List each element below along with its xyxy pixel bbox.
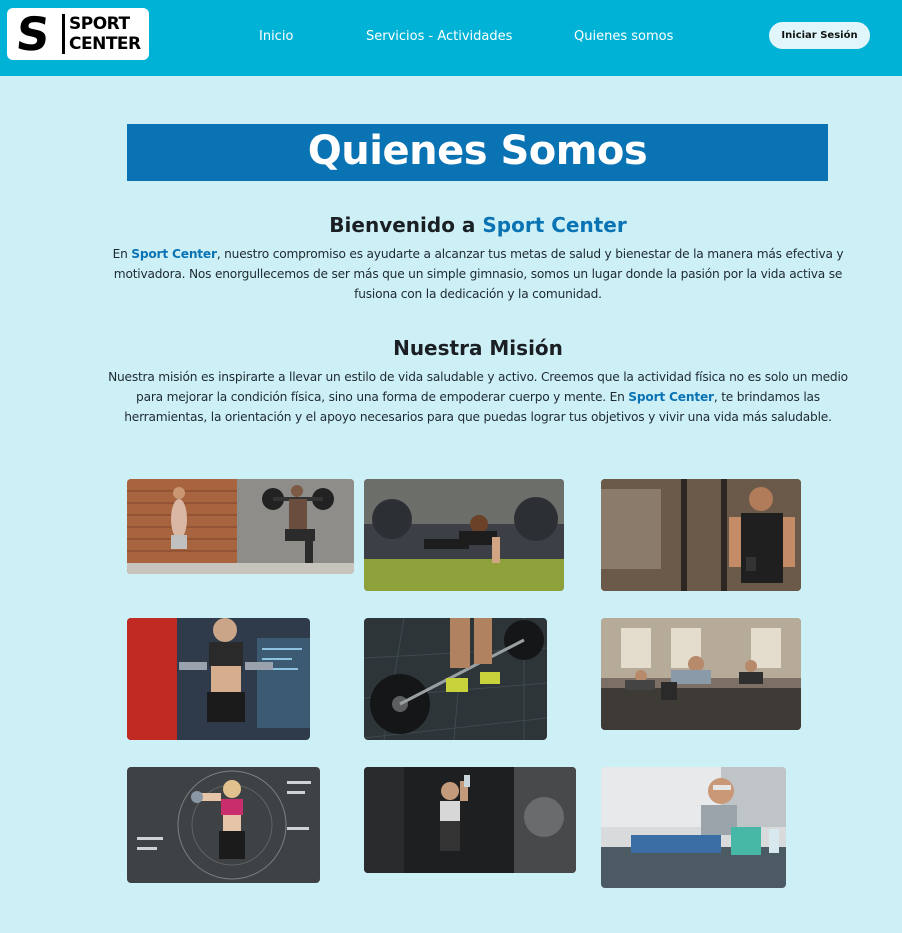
welcome-heading: Bienvenido a Sport Center — [100, 212, 856, 238]
top-navbar: S SPORT CENTER Inicio Servicios - Activi… — [0, 0, 902, 76]
sport-center-logo[interactable]: S SPORT CENTER — [7, 7, 149, 61]
welcome-heading-prefix: Bienvenido a — [329, 213, 483, 237]
mission-paragraph: Nuestra misión es inspirarte a llevar un… — [108, 367, 848, 427]
photo-woman-drinking-dark-gym — [364, 767, 576, 873]
welcome-text-rest: , nuestro compromiso es ayudarte a alcan… — [113, 247, 844, 301]
photo-woman-dumbbells-interface — [127, 618, 310, 740]
photo-barbell-deadlift-floor — [364, 618, 547, 740]
photo-man-phone-gym — [601, 479, 801, 591]
nav-link-inicio[interactable]: Inicio — [259, 27, 293, 47]
mission-text-brand: Sport Center — [628, 390, 714, 404]
logo-line-1: SPORT — [69, 14, 130, 34]
photo-woman-plank-gym — [364, 479, 564, 591]
photo-woman-stretching-floor — [601, 767, 786, 888]
welcome-heading-brand: Sport Center — [482, 213, 627, 237]
nav-link-servicios[interactable]: Servicios - Actividades — [366, 27, 512, 47]
welcome-paragraph: En Sport Center, nuestro compromiso es a… — [108, 244, 848, 304]
photo-brick-wall-lunge-barbell — [127, 479, 354, 574]
photo-group-pushups-class — [601, 618, 801, 730]
welcome-text-brand: Sport Center — [131, 247, 217, 261]
logo-line-2: CENTER — [69, 34, 141, 54]
logo-letter: S — [13, 7, 53, 61]
photo-woman-curl-dumbbell-hud — [127, 767, 320, 883]
login-button[interactable]: Iniciar Sesión — [769, 22, 870, 49]
page-title-banner: Quienes Somos — [127, 124, 828, 181]
welcome-text-prefix: En — [112, 247, 132, 261]
mission-heading: Nuestra Misión — [393, 336, 563, 360]
logo-divider — [62, 14, 65, 54]
page-title: Quienes Somos — [307, 128, 648, 174]
nav-link-quienes-somos[interactable]: Quienes somos — [574, 27, 673, 47]
logo-wordmark: SPORT CENTER — [69, 14, 149, 54]
